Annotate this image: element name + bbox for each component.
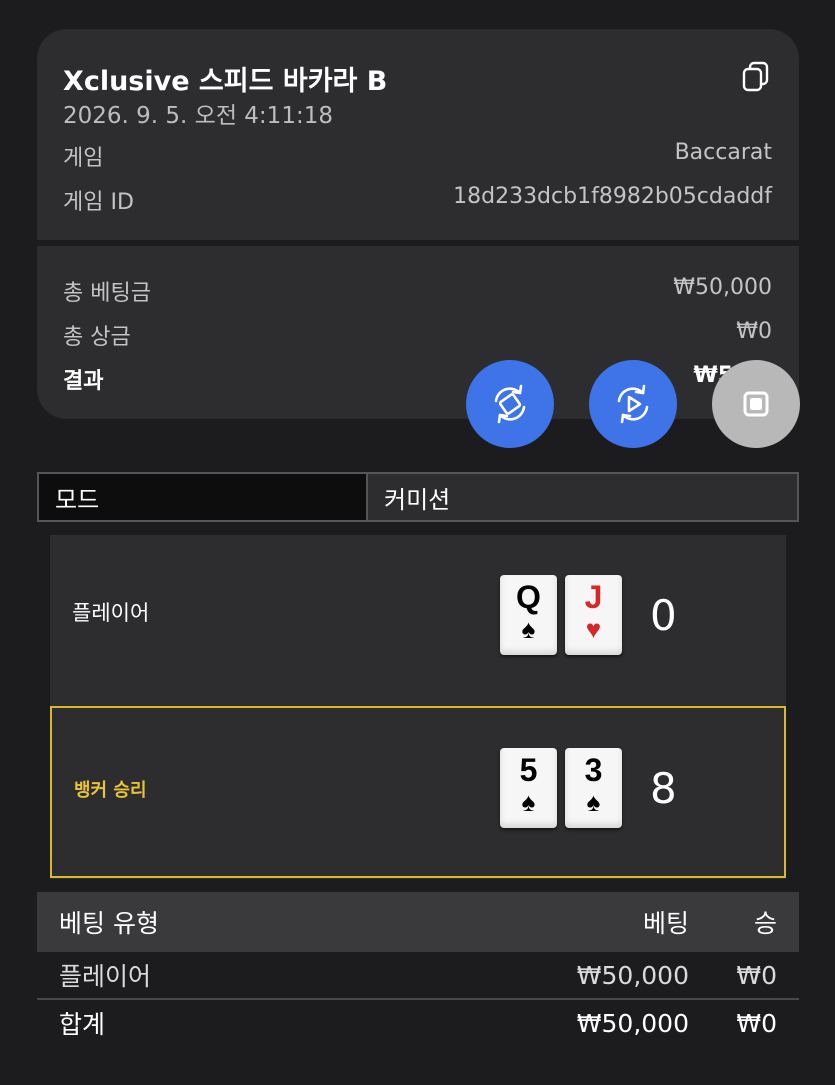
row-bet-amount: ₩50,000 [576, 960, 689, 990]
banker-cards: 5 ♠ 3 ♠ [500, 748, 622, 828]
total-bet-amount: ₩50,000 [576, 1008, 689, 1038]
playing-card: 3 ♠ [565, 748, 622, 828]
player-score: 0 [650, 591, 677, 640]
banker-hand-label: 뱅커 승리 [74, 780, 147, 801]
replay-icon [617, 384, 649, 424]
total-win-label: 총 상금 [63, 325, 131, 350]
table-row: 플레이어 ₩50,000 ₩0 [37, 952, 799, 1000]
total-row: 합계 ₩50,000 ₩0 [37, 1000, 799, 1046]
section-divider [37, 240, 799, 246]
game-label: 게임 [63, 146, 104, 171]
game-id-value[interactable]: 18d233dcb1f8982b05cdaddf [453, 184, 772, 216]
row-bet-type: 플레이어 [59, 962, 152, 991]
game-id-row: 게임 ID 18d233dcb1f8982b05cdaddf [63, 184, 772, 216]
round-datetime: 2026. 9. 5. 오전 4:11:18 [63, 103, 333, 129]
rotate-screen-icon [494, 384, 526, 424]
spade-icon: ♠ [521, 614, 536, 644]
header-win: 승 [753, 909, 777, 938]
spade-icon: ♠ [586, 787, 601, 817]
player-hand-label: 플레이어 [72, 601, 150, 625]
game-value: Baccarat [674, 140, 772, 165]
stop-button[interactable] [712, 360, 800, 448]
heart-icon: ♥ [585, 614, 602, 644]
game-row: 게임 Baccarat [63, 140, 772, 172]
total-win-value: ₩0 [736, 319, 772, 344]
hand-results: 플레이어 Q ♠ J ♥ 0 뱅커 승리 5 ♠ 3 ♠ 8 [50, 535, 786, 879]
mode-bar: 모드 커미션 [37, 472, 799, 522]
round-summary-card: Xclusive 스피드 바카라 B 2026. 9. 5. 오전 4:11:1… [37, 29, 799, 419]
copy-icon[interactable] [741, 61, 771, 93]
total-win-amount: ₩0 [736, 1008, 777, 1038]
header-bet-type: 베팅 유형 [59, 909, 159, 938]
header-bet: 베팅 [642, 909, 689, 938]
playing-card: J ♥ [565, 575, 622, 655]
spade-icon: ♠ [521, 787, 536, 817]
total-bet-row: 총 베팅금 ₩50,000 [63, 275, 772, 307]
stop-icon [743, 391, 769, 417]
playing-card: 5 ♠ [500, 748, 557, 828]
playing-card: Q ♠ [500, 575, 557, 655]
bet-table: 베팅 유형 베팅 승 플레이어 ₩50,000 ₩0 합계 ₩50,000 ₩0 [37, 892, 799, 1046]
rotate-screen-button[interactable] [466, 360, 554, 448]
bet-table-header: 베팅 유형 베팅 승 [37, 892, 799, 952]
game-id-label: 게임 ID [63, 190, 134, 215]
commission-tab[interactable]: 커미션 [368, 472, 799, 522]
banker-score: 8 [650, 764, 677, 813]
player-hand: 플레이어 Q ♠ J ♥ 0 [50, 535, 786, 695]
mode-tab[interactable]: 모드 [37, 472, 368, 522]
table-title: Xclusive 스피드 바카라 B [63, 66, 388, 97]
replay-button[interactable] [589, 360, 677, 448]
row-win-amount: ₩0 [736, 960, 777, 990]
banker-hand: 뱅커 승리 5 ♠ 3 ♠ 8 [50, 706, 786, 878]
total-label: 합계 [59, 1010, 106, 1039]
result-label: 결과 [63, 369, 104, 394]
total-bet-label: 총 베팅금 [63, 281, 151, 306]
total-win-row: 총 상금 ₩0 [63, 319, 772, 351]
player-cards: Q ♠ J ♥ [500, 575, 622, 655]
total-bet-value: ₩50,000 [673, 275, 772, 300]
